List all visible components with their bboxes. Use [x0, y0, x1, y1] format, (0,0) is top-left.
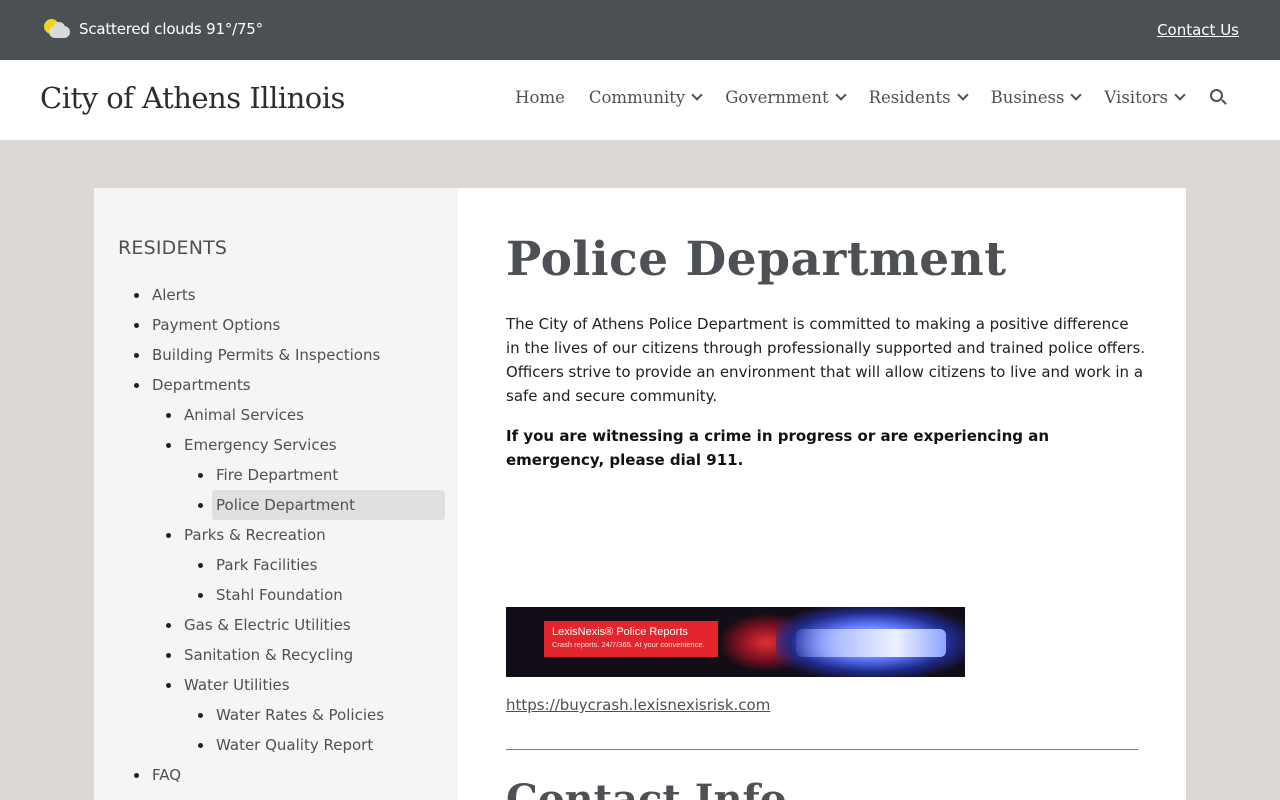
nav-item-community[interactable]: Community [588, 88, 703, 107]
bullet-icon [134, 772, 139, 778]
sidebar-item-sanitation-and-recycling[interactable]: Sanitation & Recycling [94, 640, 458, 670]
bullet-icon [198, 712, 203, 718]
sidebar-item-gas-and-electric-utilities[interactable]: Gas & Electric Utilities [94, 610, 458, 640]
site-header: City of Athens Illinois Home Community G… [0, 60, 1280, 140]
contact-info-heading: Contact Info [506, 776, 787, 800]
chevron-down-icon [1174, 89, 1186, 101]
chevron-down-icon [1070, 89, 1083, 101]
sidebar-item-label: Fire Department [216, 466, 339, 484]
bullet-icon [198, 502, 203, 508]
sidebar-item-parks-and-recreation[interactable]: Parks & Recreation [94, 520, 458, 550]
sidebar-item-departments[interactable]: Departments [94, 370, 458, 400]
emergency-notice: If you are witnessing a crime in progres… [506, 427, 1050, 469]
nav-item-label: Visitors [1104, 88, 1168, 107]
sidebar-item-label: Payment Options [152, 316, 281, 334]
banner-label-box: LexisNexis® Police Reports Crash reports… [544, 621, 718, 657]
nav-item-label: Residents [868, 88, 951, 107]
bullet-icon [198, 742, 203, 748]
sidebar: RESIDENTS Alerts Payment Options Building … [94, 188, 458, 800]
main-nav: Home Community Government Residents Busi… [515, 88, 1228, 107]
nav-item-business[interactable]: Business [990, 88, 1083, 107]
nav-item-government[interactable]: Government [725, 88, 847, 107]
nav-item-visitors[interactable]: Visitors [1104, 88, 1186, 107]
lexisnexis-banner[interactable]: LexisNexis® Police Reports Crash reports… [506, 607, 965, 677]
bullet-icon [198, 592, 203, 598]
buycrash-link[interactable]: https://buycrash.lexisnexisrisk.com [506, 696, 770, 714]
sidebar-item-emergency-services[interactable]: Emergency Services [94, 430, 458, 460]
banner-subtitle: Crash reports. 24/7/365. At your conveni… [552, 640, 705, 649]
sidebar-item-label: Police Department [212, 490, 446, 520]
bullet-icon [166, 682, 171, 688]
sidebar-item-label: Stahl Foundation [216, 586, 343, 604]
sidebar-item-fire-department[interactable]: Fire Department [94, 460, 458, 490]
bullet-icon [134, 382, 139, 388]
nav-item-label: Community [588, 88, 686, 107]
bullet-icon [166, 442, 171, 448]
sidebar-item-water-rates-and-policies[interactable]: Water Rates & Policies [94, 700, 458, 730]
sidebar-item-label: Sanitation & Recycling [184, 646, 354, 664]
sidebar-item-payment-options[interactable]: Payment Options [94, 310, 458, 340]
sidebar-nav: Alerts Payment Options Building Permits & … [94, 280, 458, 790]
section-divider [506, 749, 1138, 750]
sidebar-item-stahl-foundation[interactable]: Stahl Foundation [94, 580, 458, 610]
top-bar: Scattered clouds 91°/75° Contact Us [0, 0, 1280, 60]
nav-item-home[interactable]: Home [515, 88, 565, 107]
sidebar-item-label: Animal Services [184, 406, 304, 424]
bullet-icon [134, 322, 139, 328]
weather-widget: Scattered clouds 91°/75° [44, 17, 263, 41]
light-bar-graphic [796, 629, 946, 657]
chevron-down-icon [834, 89, 847, 101]
sidebar-item-animal-services[interactable]: Animal Services [94, 400, 458, 430]
bullet-icon [166, 652, 171, 658]
sidebar-item-label: Alerts [152, 286, 196, 304]
sidebar-item-label: Water Quality Report [216, 736, 374, 754]
bullet-icon [166, 412, 171, 418]
contact-us-link[interactable]: Contact Us [1157, 21, 1239, 39]
sidebar-item-building-permits-and-inspections[interactable]: Building Permits & Inspections [94, 340, 458, 370]
weather-text: Scattered clouds 91°/75° [79, 20, 263, 38]
sidebar-item-park-facilities[interactable]: Park Facilities [94, 550, 458, 580]
sidebar-item-faq[interactable]: FAQ [94, 760, 458, 790]
sidebar-item-label: Departments [152, 376, 251, 394]
page-title: Police Department [506, 232, 1007, 287]
search-icon[interactable] [1210, 88, 1228, 107]
bullet-icon [198, 562, 203, 568]
sidebar-item-alerts[interactable]: Alerts [94, 280, 458, 310]
partly-cloudy-icon [44, 17, 72, 41]
sidebar-heading[interactable]: RESIDENTS [118, 237, 227, 259]
bullet-icon [198, 472, 203, 478]
sidebar-item-label: Gas & Electric Utilities [184, 616, 351, 634]
bullet-icon [166, 532, 171, 538]
chevron-down-icon [956, 89, 969, 101]
sidebar-item-label: Water Rates & Policies [216, 706, 385, 724]
sidebar-item-label: Emergency Services [184, 436, 337, 454]
banner-title: LexisNexis® Police Reports [552, 626, 688, 638]
bullet-icon [166, 622, 171, 628]
sidebar-item-label: FAQ [152, 766, 182, 784]
nav-item-label: Business [990, 88, 1065, 107]
sidebar-item-label: Parks & Recreation [184, 526, 326, 544]
sidebar-item-label: Park Facilities [216, 556, 318, 574]
bullet-icon [134, 352, 139, 358]
sidebar-item-water-utilities[interactable]: Water Utilities [94, 670, 458, 700]
sidebar-item-water-quality-report[interactable]: Water Quality Report [94, 730, 458, 760]
nav-item-label: Government [725, 88, 829, 107]
nav-item-label: Home [515, 88, 565, 107]
chevron-down-icon [691, 89, 703, 101]
site-title[interactable]: City of Athens Illinois [40, 81, 345, 115]
sidebar-item-police-department[interactable]: Police Department [94, 490, 458, 520]
sidebar-item-label: Building Permits & Inspections [152, 346, 381, 364]
bullet-icon [134, 292, 139, 298]
nav-item-residents[interactable]: Residents [868, 88, 969, 107]
intro-paragraph: The City of Athens Police Department is … [506, 315, 1146, 405]
sidebar-item-label: Water Utilities [184, 676, 290, 694]
main-content: Police Department The City of Athens Pol… [458, 188, 1186, 800]
